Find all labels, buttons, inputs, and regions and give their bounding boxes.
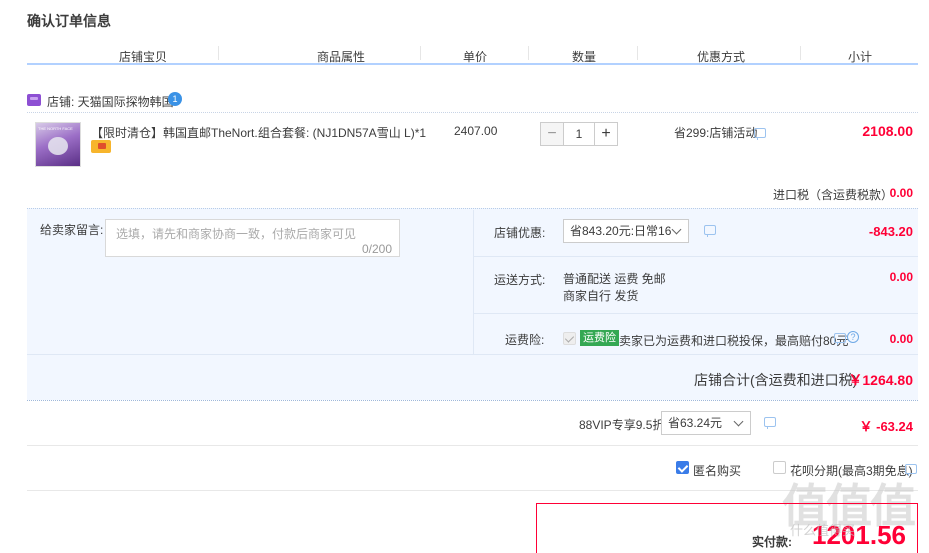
shipping-label: 运送方式: xyxy=(494,273,546,287)
shop-name-link[interactable]: 店铺: 天猫国际探物韩国 xyxy=(47,93,174,110)
product-thumbnail[interactable] xyxy=(35,122,81,167)
insurance-description: 卖家已为运费和进口税投保，最高赔付80元 xyxy=(619,334,849,348)
insurance-value: 0.00 xyxy=(889,332,913,346)
vip-divider xyxy=(27,445,918,446)
vip-discount-label: 88VIP专享9.5折 xyxy=(579,418,665,432)
import-tax-value: 0.00 xyxy=(889,186,913,200)
row-divider xyxy=(474,313,918,314)
shop-total-divider xyxy=(27,400,918,401)
import-tax-label: 进口税（含运费税款） xyxy=(773,188,894,202)
header-divider xyxy=(27,63,918,65)
row-divider xyxy=(474,256,918,257)
shipping-method: 普通配送 运费 免邮 xyxy=(563,272,666,286)
column-divider xyxy=(218,46,219,60)
vip-discount-selected: 省63.24元 xyxy=(668,416,723,430)
chevron-down-icon xyxy=(733,416,744,427)
insurance-checkbox xyxy=(563,332,576,345)
chat-icon[interactable] xyxy=(764,417,776,429)
anonymous-purchase-label[interactable]: 匿名购买 xyxy=(693,462,741,479)
shop-discount-value: -843.20 xyxy=(868,224,913,239)
shop-discount-select[interactable]: 省843.20元:日常16 xyxy=(563,219,689,243)
shipping-value: 0.00 xyxy=(889,270,913,284)
anonymous-purchase-checkbox[interactable] xyxy=(676,461,689,474)
unit-price: 2407.00 xyxy=(454,124,498,138)
panel-divider xyxy=(473,210,474,354)
column-divider xyxy=(420,46,421,60)
page-title: 确认订单信息 xyxy=(27,13,111,29)
coupon-ticket-icon xyxy=(91,140,111,153)
column-divider xyxy=(637,46,638,60)
item-promotion: 省299:店铺活动 xyxy=(674,126,758,140)
shop-discount-selected: 省843.20元:日常16 xyxy=(570,224,672,238)
vip-discount-value: ￥ -63.24 xyxy=(859,419,913,434)
panel-row-divider xyxy=(27,354,918,355)
shop-total-value: ￥1264.80 xyxy=(848,372,913,388)
help-icon[interactable]: ? xyxy=(847,331,859,343)
item-subtotal: 2108.00 xyxy=(862,123,913,139)
final-payment-label: 实付款: xyxy=(752,535,792,549)
seller-message-label: 给卖家留言: xyxy=(40,223,104,237)
quantity-input[interactable]: 1 xyxy=(564,122,594,146)
shop-total-label: 店铺合计(含运费和进口税) xyxy=(694,372,858,388)
shop-divider xyxy=(27,112,918,113)
chevron-down-icon xyxy=(671,224,682,235)
insurance-label: 运费险: xyxy=(505,333,545,347)
seller-message-placeholder: 选填，请先和商家协商一致，付款后商家可见 xyxy=(116,227,357,241)
chat-icon[interactable] xyxy=(704,225,716,237)
watermark-text: 什么值得买 xyxy=(790,523,856,538)
quantity-increase-button[interactable]: + xyxy=(594,122,618,146)
quantity-stepper: − 1 + xyxy=(540,122,618,146)
shop-icon xyxy=(27,94,41,106)
product-attributes: 组合套餐: (NJ1DN57A雪山 L)*1 xyxy=(258,126,427,140)
column-divider xyxy=(528,46,529,60)
quantity-decrease-button[interactable]: − xyxy=(540,122,564,146)
shop-badge-icon[interactable]: 1 xyxy=(168,92,182,106)
column-divider xyxy=(800,46,801,60)
insurance-badge: 运费险 xyxy=(580,330,619,346)
vip-discount-select[interactable]: 省63.24元 xyxy=(661,411,751,435)
shipping-dispatch: 商家自行 发货 xyxy=(563,289,639,303)
shop-discount-label: 店铺优惠: xyxy=(494,226,546,240)
chat-icon[interactable] xyxy=(754,128,766,140)
chat-icon[interactable] xyxy=(834,333,846,345)
product-name-link[interactable]: 【限时清仓】韩国直邮TheNort... xyxy=(91,124,264,141)
seller-message-count: 0/200 xyxy=(362,242,393,256)
